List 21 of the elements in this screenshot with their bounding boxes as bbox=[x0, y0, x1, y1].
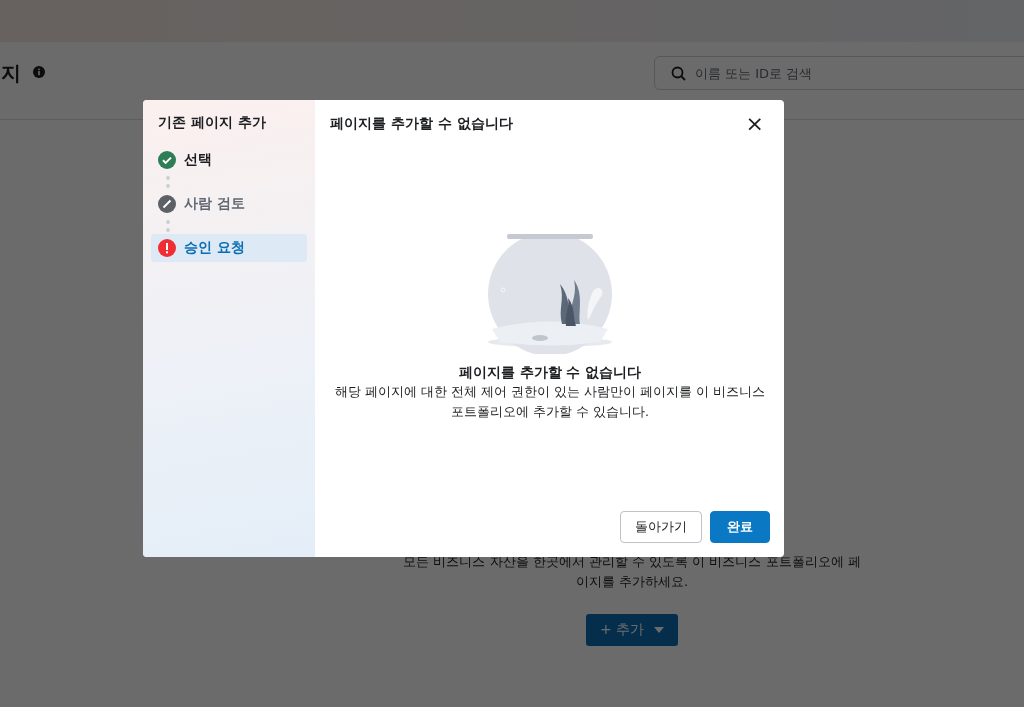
sidebar-title: 기존 페이지 추가 bbox=[157, 114, 267, 132]
step-item[interactable]: 선택 bbox=[151, 146, 307, 174]
step-label: 승인 요청 bbox=[184, 239, 245, 257]
dialog-title: 페이지를 추가할 수 없습니다 bbox=[330, 115, 513, 133]
step-label: 사람 검토 bbox=[184, 195, 245, 213]
search-field[interactable]: 이름 또는 ID로 검색 bbox=[654, 56, 1024, 90]
step-item[interactable]: 사람 검토 bbox=[151, 190, 307, 218]
message-title: 페이지를 추가할 수 없습니다 bbox=[458, 364, 642, 382]
add-button[interactable]: + 추가 bbox=[585, 614, 679, 646]
empty-state-text: 이지를 추가하세요. bbox=[575, 573, 689, 591]
empty-state-text: 모든 비즈니스 자산을 한곳에서 관리할 수 있도록 이 비즈니스 포트폴리오에 페 bbox=[403, 553, 861, 571]
back-button[interactable]: 돌아가기 bbox=[620, 511, 702, 543]
close-button[interactable]: × bbox=[739, 114, 770, 134]
step-item[interactable]: 승인 요청 bbox=[151, 234, 307, 262]
caret-icon bbox=[654, 627, 665, 633]
search-icon bbox=[671, 66, 686, 81]
step-label: 선택 bbox=[184, 151, 212, 169]
message-text: 해당 페이지에 대한 전체 제어 권한이 있는 사람만이 페이지를 이 비즈니스 포트폴리오에 추가할 수 있습니다. bbox=[334, 383, 766, 421]
info-icon[interactable] bbox=[33, 66, 45, 78]
done-button[interactable]: 완료 bbox=[710, 511, 770, 543]
page-title: 지 bbox=[1, 60, 21, 87]
